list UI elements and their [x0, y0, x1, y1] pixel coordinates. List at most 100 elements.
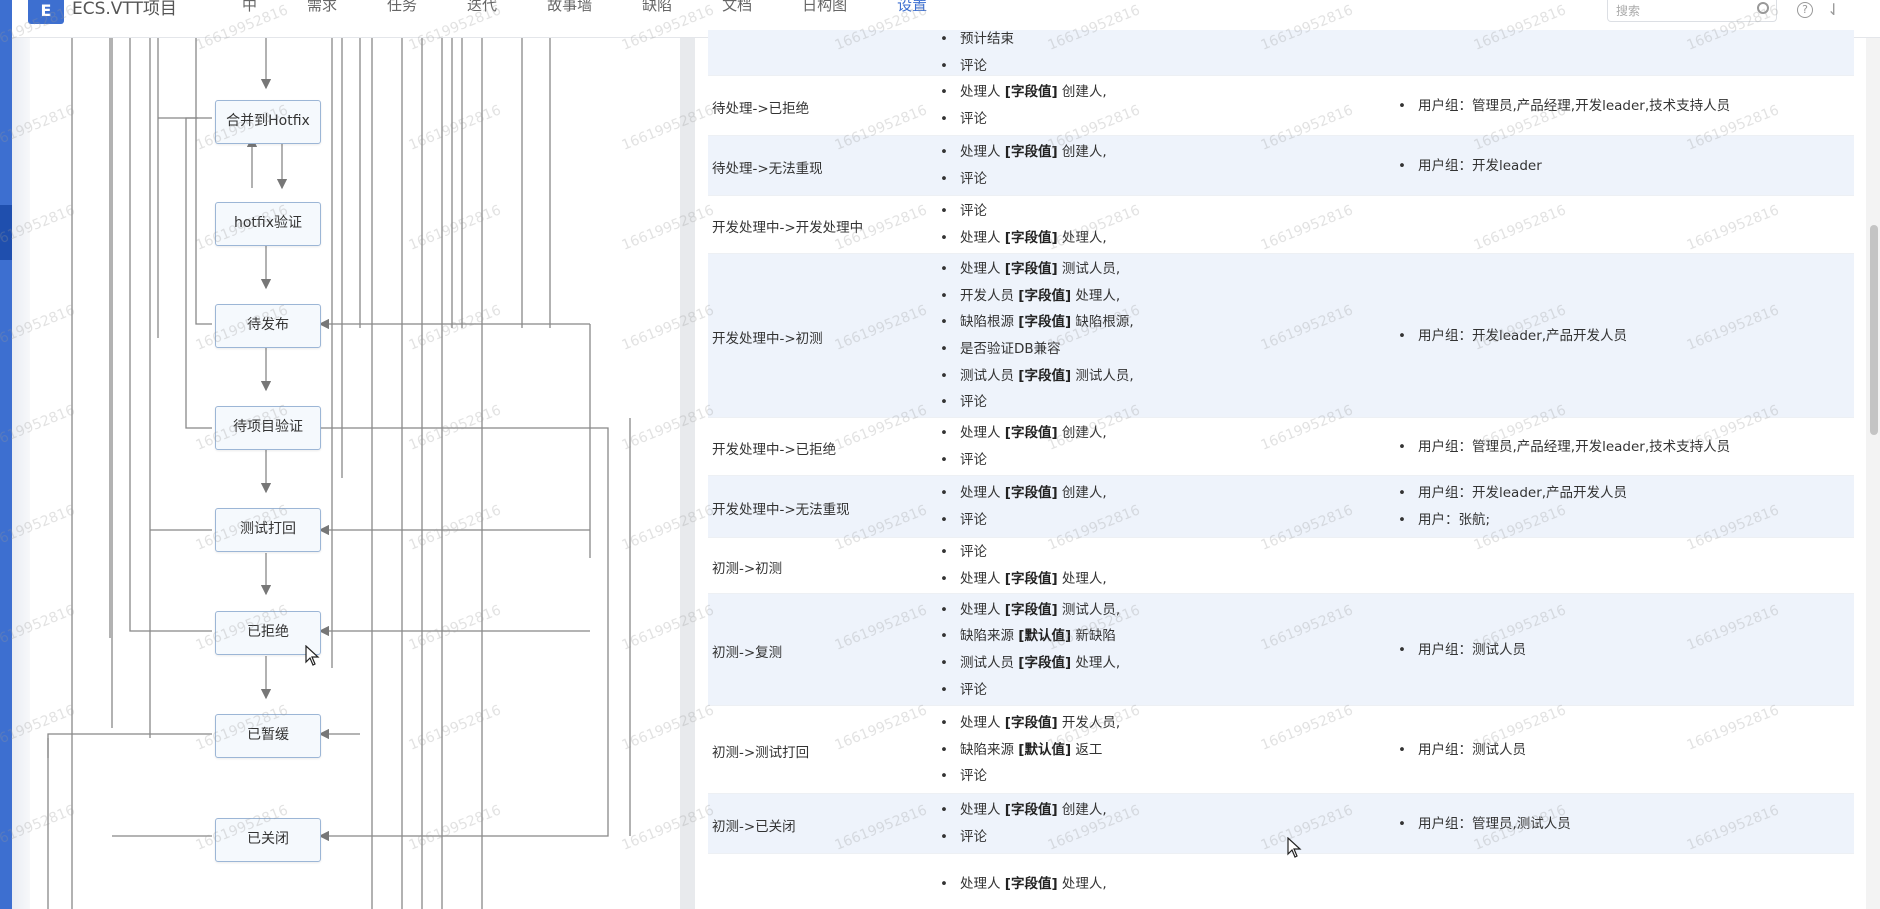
- workflow-settings-page: E ECS.VTT项目 中 需求 任务 迭代 故事墙 缺陷 文档 日构图 设置 搜索 ? ⇃: [0, 0, 1880, 909]
- condition-item: 评论: [940, 763, 1120, 790]
- condition-value: 处理人,: [1057, 875, 1107, 892]
- table-row: 待处理->已拒绝处理人 [字段值] 创建人,评论用户组：管理员,产品经理,开发l…: [708, 76, 1854, 136]
- condition-field: 处理人: [960, 229, 1005, 246]
- nav-item-6[interactable]: 文档: [722, 0, 752, 15]
- transition-name: 待处理->已拒绝: [712, 101, 810, 117]
- permission-list: 用户组：管理员,产品经理,开发leader,技术支持人员: [1398, 434, 1730, 461]
- transition-name: 初测->复测: [712, 645, 783, 661]
- condition-tag: [字段值]: [1004, 570, 1058, 587]
- condition-item: 评论: [940, 447, 1107, 474]
- table-row: 初测->初测 评论处理人 [字段值] 处理人,: [708, 538, 1854, 594]
- table-row: 开发处理中->无法重现处理人 [字段值] 创建人,评论用户组：开发leader,…: [708, 476, 1854, 538]
- condition-item: 处理人 [字段值] 创建人,: [940, 480, 1107, 507]
- condition-value: 创建人,: [1057, 144, 1107, 161]
- condition-item: 是否验证DB兼容: [940, 336, 1134, 363]
- permission-item: 用户组：管理员,产品经理,开发leader,技术支持人员: [1398, 93, 1730, 120]
- table-row: 待处理->无法重现处理人 [字段值] 创建人,评论用户组：开发leader: [708, 136, 1854, 196]
- condition-list: 处理人 [字段值] 测试人员,缺陷来源 [默认值] 新缺陷测试人员 [字段值] …: [940, 597, 1120, 704]
- nav-item-7[interactable]: 日构图: [802, 0, 847, 15]
- main-nav: 中 需求 任务 迭代 故事墙 缺陷 文档 日构图 设置: [242, 0, 977, 15]
- condition-field: 缺陷来源: [960, 741, 1019, 758]
- transition-name: 初测->已关闭: [712, 819, 796, 835]
- nav-item-4[interactable]: 故事墙: [547, 0, 592, 15]
- permission-item: 用户组：管理员,产品经理,开发leader,技术支持人员: [1398, 434, 1730, 461]
- pane-divider[interactable]: [680, 38, 695, 909]
- condition-list: 评论处理人 [字段值] 处理人,: [940, 198, 1107, 251]
- condition-item: 评论: [940, 539, 1107, 566]
- node-test-reject[interactable]: 测试打回: [215, 508, 321, 552]
- condition-field: 测试人员: [960, 367, 1019, 384]
- condition-tag: [字段值]: [1004, 260, 1058, 277]
- condition-item: 处理人 [字段值] 测试人员,: [940, 597, 1120, 624]
- condition-item: 缺陷来源 [默认值] 新缺陷: [940, 623, 1120, 650]
- condition-tag: [字段值]: [1004, 714, 1058, 731]
- condition-list: 评论处理人 [字段值] 处理人,: [940, 539, 1107, 592]
- node-merge-hotfix[interactable]: 合并到Hotfix: [215, 100, 321, 144]
- permission-item: 用户组：开发leader,产品开发人员: [1398, 323, 1627, 350]
- nav-item-0[interactable]: 中: [242, 0, 257, 15]
- help-icon[interactable]: ?: [1797, 2, 1813, 18]
- condition-tag: [字段值]: [1018, 287, 1072, 304]
- condition-value: 处理人,: [1057, 570, 1107, 587]
- user-menu-icon[interactable]: ⇃: [1827, 0, 1840, 19]
- condition-list: 处理人 [字段值] 创建人,评论: [940, 139, 1107, 192]
- condition-item: 处理人 [字段值] 处理人,: [940, 871, 1107, 898]
- condition-item: 处理人 [字段值] 创建人,: [940, 139, 1107, 166]
- nav-item-2[interactable]: 任务: [387, 0, 417, 15]
- permission-list: 用户组：测试人员: [1398, 637, 1526, 664]
- permission-list: 用户组：开发leader,产品开发人员: [1398, 323, 1627, 350]
- node-closed[interactable]: 已关闭: [215, 818, 321, 862]
- condition-tag: [字段值]: [1018, 314, 1072, 331]
- condition-list: 预计结束评论: [940, 26, 1014, 79]
- scrollbar-thumb[interactable]: [1870, 225, 1878, 435]
- condition-tag: [字段值]: [1004, 144, 1058, 161]
- search-input[interactable]: 搜索: [1607, 0, 1777, 22]
- project-logo-icon[interactable]: E: [28, 0, 64, 24]
- condition-value: 测试人员,: [1057, 601, 1121, 618]
- permission-item: 用户组：测试人员: [1398, 637, 1526, 664]
- project-title[interactable]: ECS.VTT项目: [72, 0, 177, 19]
- table-row: 初测->复测处理人 [字段值] 测试人员,缺陷来源 [默认值] 新缺陷测试人员 …: [708, 594, 1854, 706]
- transition-name: 初测->测试打回: [712, 745, 810, 761]
- condition-tag: [字段值]: [1018, 367, 1072, 384]
- condition-list: 处理人 [字段值] 测试人员,开发人员 [字段值] 处理人,缺陷根源 [字段值]…: [940, 256, 1134, 416]
- condition-list: 处理人 [字段值] 开发人员,缺陷来源 [默认值] 返工评论: [940, 710, 1120, 790]
- scrollbar-track[interactable]: [1866, 38, 1880, 909]
- permission-item: 用户组：测试人员: [1398, 737, 1526, 764]
- condition-item: 处理人 [字段值] 处理人,: [940, 225, 1107, 252]
- condition-value: 处理人,: [1057, 229, 1107, 246]
- nav-item-3[interactable]: 迭代: [467, 0, 497, 15]
- condition-tag: [字段值]: [1018, 654, 1072, 671]
- left-shadow: [12, 0, 30, 909]
- node-pending-release[interactable]: 待发布: [215, 304, 321, 348]
- condition-field: 测试人员: [960, 654, 1019, 671]
- condition-item: 评论: [940, 198, 1107, 225]
- nav-item-1[interactable]: 需求: [307, 0, 337, 15]
- node-project-verify[interactable]: 待项目验证: [215, 406, 321, 450]
- condition-field: 缺陷根源: [960, 314, 1019, 331]
- nav-item-5[interactable]: 缺陷: [642, 0, 672, 15]
- condition-field: 处理人: [960, 260, 1005, 277]
- transition-name: 初测->初测: [712, 561, 783, 577]
- permission-item: 用户组：开发leader: [1398, 153, 1542, 180]
- condition-item: 测试人员 [字段值] 测试人员,: [940, 363, 1134, 390]
- node-hotfix-verify[interactable]: hotfix验证: [215, 202, 321, 246]
- search-icon[interactable]: [1757, 2, 1769, 14]
- nav-item-8[interactable]: 设置: [897, 0, 927, 15]
- mouse-cursor-icon-2: [1287, 837, 1302, 858]
- condition-value: 新缺陷: [1071, 628, 1116, 645]
- table-row: 初测->已关闭处理人 [字段值] 创建人,评论用户组：管理员,测试人员: [708, 794, 1854, 854]
- condition-value: 创建人,: [1057, 802, 1107, 819]
- condition-item: 处理人 [字段值] 处理人,: [940, 566, 1107, 593]
- permission-list: 用户组：开发leader,产品开发人员用户：张航;: [1398, 480, 1627, 533]
- condition-item: 处理人 [字段值] 测试人员,: [940, 256, 1134, 283]
- table-row: 处理人 [字段值] 处理人,: [708, 854, 1854, 909]
- permission-list: 用户组：测试人员: [1398, 737, 1526, 764]
- condition-list: 处理人 [字段值] 创建人,评论: [940, 420, 1107, 473]
- node-postponed[interactable]: 已暂缓: [215, 714, 321, 758]
- condition-value: 返工: [1071, 741, 1103, 758]
- condition-field: 开发人员: [960, 287, 1019, 304]
- permission-list: 用户组：管理员,测试人员: [1398, 811, 1571, 838]
- workflow-diagram: 合并到Hotfix hotfix验证 待发布 待项目验证 测试打回 已拒绝 已暂…: [30, 38, 680, 909]
- transition-rules-table: 预计结束评论待处理->已拒绝处理人 [字段值] 创建人,评论用户组：管理员,产品…: [708, 30, 1854, 909]
